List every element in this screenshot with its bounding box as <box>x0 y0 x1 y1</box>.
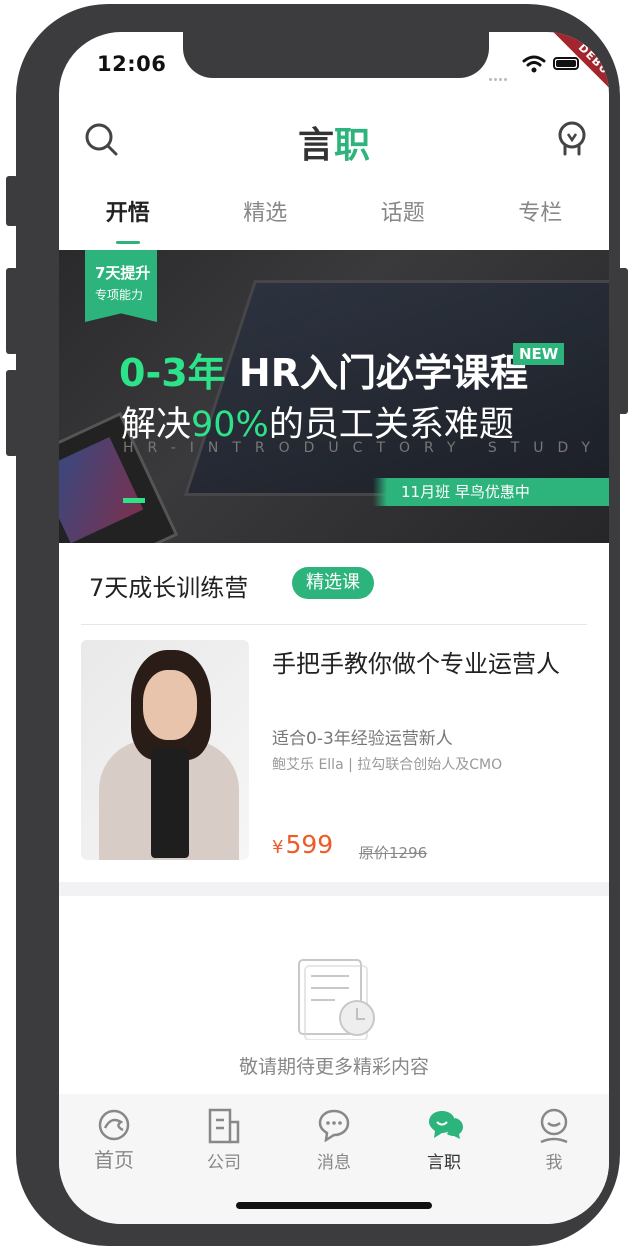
wifi-icon <box>522 55 546 73</box>
app-screen: 12:06 DEBUG 言职 开悟 精选 话题 专栏 7天提升 专项能力 0-3… <box>59 32 609 1224</box>
tab-label: 开悟 <box>105 201 150 226</box>
tab-kaiwu[interactable]: 开悟 <box>59 197 197 247</box>
battery-icon <box>553 57 579 70</box>
course-card[interactable]: 手把手教你做个专业运营人 适合0-3年经验运营新人 鲍艾乐 Ella | 拉勾联… <box>59 632 609 882</box>
banner-line2-prefix: 解决 <box>121 405 192 445</box>
carousel-indicator <box>123 498 145 503</box>
signal-icon <box>489 66 513 81</box>
app-title: 言职 <box>59 116 609 168</box>
power-button <box>618 268 628 414</box>
tab-jingxuan[interactable]: 精选 <box>197 197 335 247</box>
notch <box>183 32 489 78</box>
tab-bar: 开悟 精选 话题 专栏 <box>59 197 609 247</box>
original-price: 原价1296 <box>359 844 428 862</box>
divider <box>81 624 587 625</box>
course-subtitle: 适合0-3年经验运营新人 <box>272 729 453 749</box>
price-value: 599 <box>285 830 334 859</box>
home-icon <box>98 1109 130 1141</box>
status-time: 12:06 <box>97 52 167 76</box>
banner-headline: 0-3年 HR入门必学课程 <box>119 342 528 397</box>
tab-label: 精选 <box>243 201 288 226</box>
nav-item-home[interactable]: 首页 <box>59 1094 169 1174</box>
currency-symbol: ¥ <box>272 837 284 858</box>
tab-active-indicator <box>115 241 140 244</box>
section-separator <box>59 882 609 896</box>
tab-label: 话题 <box>380 201 425 226</box>
nav-item-company[interactable]: 公司 <box>169 1094 279 1174</box>
tab-huati[interactable]: 话题 <box>334 197 472 247</box>
nav-label: 消息 <box>317 1153 351 1173</box>
nav-label: 首页 <box>94 1148 134 1172</box>
banner-badge: 7天提升 专项能力 <box>85 250 157 322</box>
silent-switch <box>6 176 18 226</box>
message-icon <box>318 1109 350 1142</box>
debug-ribbon: DEBUG <box>548 32 609 112</box>
banner-headline-text: HR入门必学课程 <box>225 351 528 395</box>
banner-line2-suffix: 的员工关系难题 <box>268 405 514 445</box>
home-indicator[interactable] <box>236 1202 432 1209</box>
tab-label: 专栏 <box>518 201 563 226</box>
document-clock-icon <box>298 959 375 1040</box>
app-title-part2: 职 <box>334 125 371 166</box>
banner-badge-line2: 专项能力 <box>95 288 144 302</box>
course-price: ¥599 <box>272 830 333 859</box>
phone-frame: 12:06 DEBUG 言职 开悟 精选 话题 专栏 7天提升 专项能力 0-3… <box>16 4 620 1246</box>
banner-headline-highlight: 0-3年 <box>119 351 226 395</box>
course-title: 手把手教你做个专业运营人 <box>272 650 560 678</box>
nav-item-yanzhi[interactable]: 言职 <box>389 1094 499 1174</box>
course-author: 鲍艾乐 Ella | 拉勾联合创始人及CMO <box>272 757 503 773</box>
banner-promo-label: 11月班 早鸟优惠中 <box>373 478 609 506</box>
instructor-photo <box>81 640 249 860</box>
section-tag: 精选课 <box>292 567 374 599</box>
nav-label: 公司 <box>207 1153 241 1173</box>
nav-label: 言职 <box>427 1153 461 1173</box>
nav-item-messages[interactable]: 消息 <box>279 1094 389 1174</box>
new-badge: NEW <box>513 343 565 365</box>
lightbulb-icon[interactable] <box>554 120 590 160</box>
tab-zhuanlan[interactable]: 专栏 <box>472 197 610 247</box>
profile-icon <box>540 1108 568 1144</box>
company-icon <box>208 1108 240 1144</box>
nav-item-profile[interactable]: 我 <box>499 1094 609 1174</box>
app-title-part1: 言 <box>297 125 334 166</box>
volume-down-button <box>6 370 18 456</box>
banner-badge-line1: 7天提升 <box>95 264 151 282</box>
nav-label: 我 <box>545 1153 563 1173</box>
empty-state-text: 敬请期待更多精彩内容 <box>238 1056 429 1078</box>
section-title: 7天成长训练营 <box>89 574 249 602</box>
banner-subtitle: HR-INTRODUCTORY STUDY <box>123 440 605 456</box>
promo-banner[interactable]: 7天提升 专项能力 0-3年 HR入门必学课程 NEW 解决90%的员工关系难题… <box>59 250 609 543</box>
banner-line2-highlight: 90% <box>191 405 269 445</box>
yanzhi-icon <box>429 1111 463 1139</box>
volume-up-button <box>6 268 18 354</box>
